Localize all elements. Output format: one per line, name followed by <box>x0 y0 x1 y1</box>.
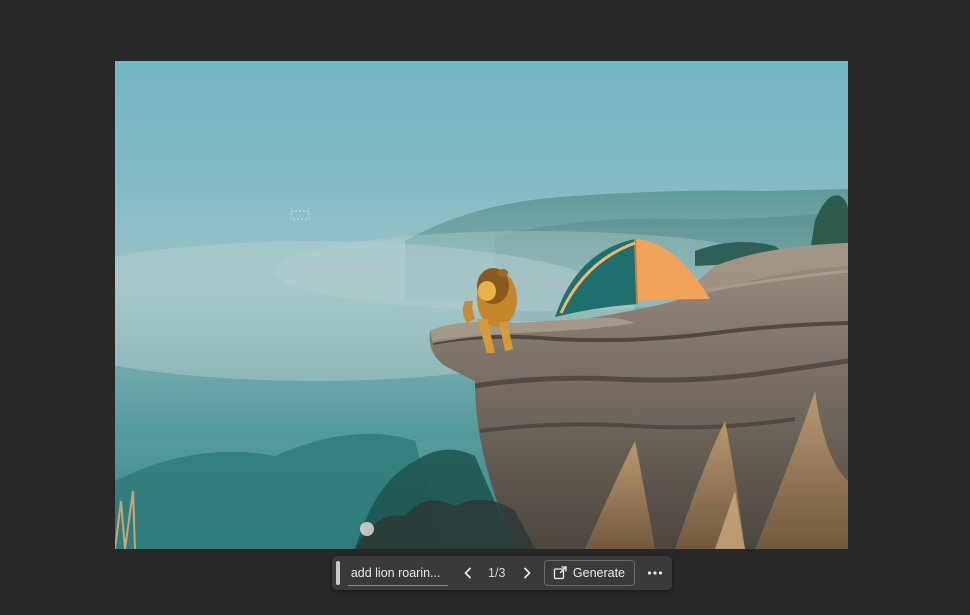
document-canvas[interactable] <box>115 61 848 549</box>
chevron-right-icon <box>524 567 531 579</box>
variation-counter: 1/3 <box>488 566 506 580</box>
previous-variation-button[interactable] <box>456 560 481 586</box>
next-variation-button[interactable] <box>515 560 540 586</box>
prompt-input[interactable]: add lion roarin... <box>347 560 448 586</box>
generate-label: Generate <box>572 566 626 580</box>
generate-button[interactable]: Generate <box>543 560 636 586</box>
prompt-text: add lion roarin... <box>350 565 441 580</box>
chevron-left-icon <box>464 567 471 579</box>
drag-handle[interactable] <box>336 561 340 585</box>
contextual-taskbar: add lion roarin... 1/3 Generate <box>332 556 672 590</box>
landscape-photo <box>115 61 848 549</box>
workspace: add lion roarin... 1/3 Generate <box>0 0 970 615</box>
generate-icon <box>553 566 567 580</box>
more-options-button[interactable] <box>643 560 666 586</box>
more-options-icon <box>647 571 662 575</box>
